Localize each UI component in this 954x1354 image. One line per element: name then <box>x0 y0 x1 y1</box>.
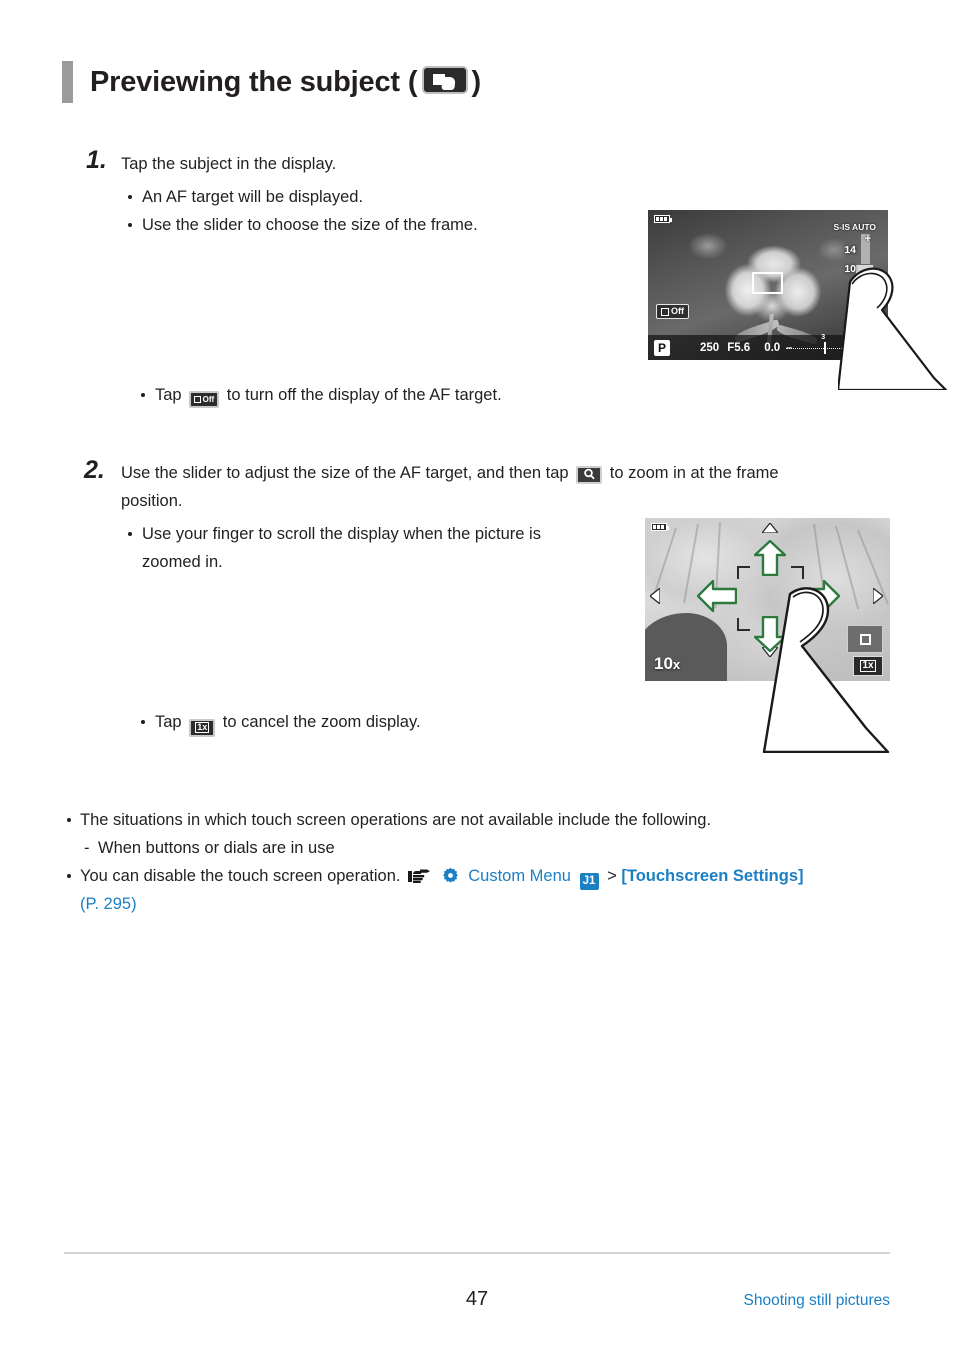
step-2-text: Use the slider to adjust the size of the… <box>121 459 861 515</box>
slider-knob[interactable] <box>855 264 874 275</box>
edge-triangle-right-icon <box>873 588 883 604</box>
touch-preview-icon <box>421 66 468 94</box>
step-2-number: 2. <box>84 456 105 484</box>
menu-separator: > <box>607 867 617 885</box>
slider-track[interactable] <box>861 234 870 330</box>
step-2-bullets: Use your finger to scroll the display wh… <box>126 520 541 576</box>
aperture-value: F5.6 <box>727 341 751 354</box>
camera-display-step-2: 10x 1x <box>645 518 890 681</box>
edge-triangle-left-icon <box>650 588 660 604</box>
custom-menu-label[interactable]: Custom Menu <box>468 867 571 885</box>
cancel-zoom-1x-icon[interactable]: 1x <box>189 718 216 737</box>
cancel-zoom-label: 1x <box>860 660 876 672</box>
title-accent-bar <box>62 61 73 103</box>
af-corner-mark <box>737 566 750 579</box>
note-disable-text: You can disable the touch screen operati… <box>80 867 401 885</box>
af-target-size-slider[interactable]: S-IS AUTO + – 14 10 7 5 3x <box>830 222 876 334</box>
exposure-compensation-value: 0.0 <box>764 341 781 354</box>
zoom-magnification-label: 10x <box>654 654 680 674</box>
page-title-text: Previewing the subject <box>90 65 400 98</box>
page-title: Previewing the subject ( ) <box>62 60 481 104</box>
footer-section-link[interactable]: Shooting still pictures <box>744 1292 890 1310</box>
list-item-line: Use your finger to scroll the display wh… <box>142 525 541 543</box>
step-2-text-line2: position. <box>121 492 183 510</box>
battery-icon <box>654 215 672 223</box>
note-pre-text: Tap <box>155 386 182 404</box>
af-target-off-button[interactable]: Off <box>656 304 689 319</box>
exposure-scale-number: 3 <box>821 333 826 341</box>
notes-section: The situations in which touch screen ope… <box>64 806 894 918</box>
list-item: Use the slider to choose the size of the… <box>126 211 478 239</box>
list-item-line: zoomed in. <box>142 553 223 571</box>
cancel-zoom-button[interactable]: 1x <box>853 656 883 676</box>
af-frame-button[interactable] <box>847 625 883 653</box>
magnify-icon <box>857 342 869 353</box>
camera-display-step-1: Off S-IS AUTO + – 14 10 7 5 3x P 250 F5.… <box>648 210 888 360</box>
title-close-paren: ) <box>471 65 482 98</box>
step-1-note: Tap Off to turn off the display of the A… <box>139 381 502 409</box>
step-2-text-post: to zoom in at the frame <box>609 464 779 482</box>
page-reference-link[interactable]: (P. 295) <box>80 890 894 918</box>
note-sub-item: When buttons or dials are in use <box>64 834 894 862</box>
af-corner-mark <box>791 618 804 631</box>
edge-triangle-up-icon <box>762 523 778 533</box>
step-1-text: Tap the subject in the display. <box>121 155 337 173</box>
shooting-mode-badge: P <box>654 339 670 356</box>
scroll-arrow-down-icon[interactable] <box>754 616 786 652</box>
camera-status-bar: P 250 F5.6 0.0 – + 3 <box>648 333 888 360</box>
note-post-text: to cancel the zoom display. <box>222 713 421 731</box>
scroll-arrow-left-icon[interactable] <box>697 580 737 612</box>
slider-tick-label: 3x <box>844 318 856 330</box>
footer-divider <box>64 1252 890 1254</box>
list-item: An AF target will be displayed. <box>126 183 478 211</box>
af-target-box-icon <box>661 307 669 316</box>
custom-menu-badge: J1 <box>579 873 599 890</box>
scroll-arrow-up-icon[interactable] <box>754 540 786 576</box>
slider-minus-label: – <box>864 319 871 331</box>
gear-icon <box>442 865 459 883</box>
battery-icon <box>651 523 669 531</box>
stabilizer-label: S-IS AUTO <box>833 222 876 232</box>
note-pre-text: Tap <box>155 713 182 731</box>
pointing-hand-icon <box>408 865 431 883</box>
step-2-note: Tap 1x to cancel the zoom display. <box>139 708 421 737</box>
touchscreen-settings-link[interactable]: [Touchscreen Settings] <box>621 867 803 885</box>
slider-plus-label: + <box>864 233 871 245</box>
shutter-speed-value: 250 <box>700 341 720 354</box>
slider-tick-label: 10 <box>844 263 856 275</box>
title-open-paren: ( <box>407 65 418 98</box>
note-post-text: to turn off the display of the AF target… <box>226 386 502 404</box>
slider-tick-label: 5 <box>850 300 856 312</box>
exposure-scale-minus: – <box>786 341 793 354</box>
af-off-label: Off <box>671 306 684 316</box>
af-target-frame[interactable] <box>752 272 783 294</box>
slider-tick-label: 7 <box>850 282 856 294</box>
note-item: The situations in which touch screen ope… <box>64 806 894 834</box>
af-corner-mark <box>737 618 750 631</box>
slider-tick-label: 14 <box>844 244 856 256</box>
note-item-disable: You can disable the touch screen operati… <box>64 862 894 918</box>
step-1-bullets: An AF target will be displayed. Use the … <box>126 183 478 239</box>
magnify-icon[interactable] <box>576 465 603 484</box>
list-item: Use your finger to scroll the display wh… <box>126 520 541 576</box>
zoom-level-suffix: x <box>672 657 681 672</box>
step-2-text-pre: Use the slider to adjust the size of the… <box>121 464 569 482</box>
exposure-scale-marker <box>824 341 826 354</box>
scroll-arrow-right-icon[interactable] <box>800 580 840 612</box>
note-line: Tap 1x to cancel the zoom display. <box>139 708 421 737</box>
zoom-level-value: 10 <box>654 654 673 673</box>
magnify-button[interactable] <box>846 338 880 358</box>
step-1-number: 1. <box>86 146 107 174</box>
af-corner-mark <box>791 566 804 579</box>
af-target-off-icon[interactable]: Off <box>189 391 220 408</box>
note-line: Tap Off to turn off the display of the A… <box>139 381 502 409</box>
af-frame-button-icon <box>859 633 871 645</box>
